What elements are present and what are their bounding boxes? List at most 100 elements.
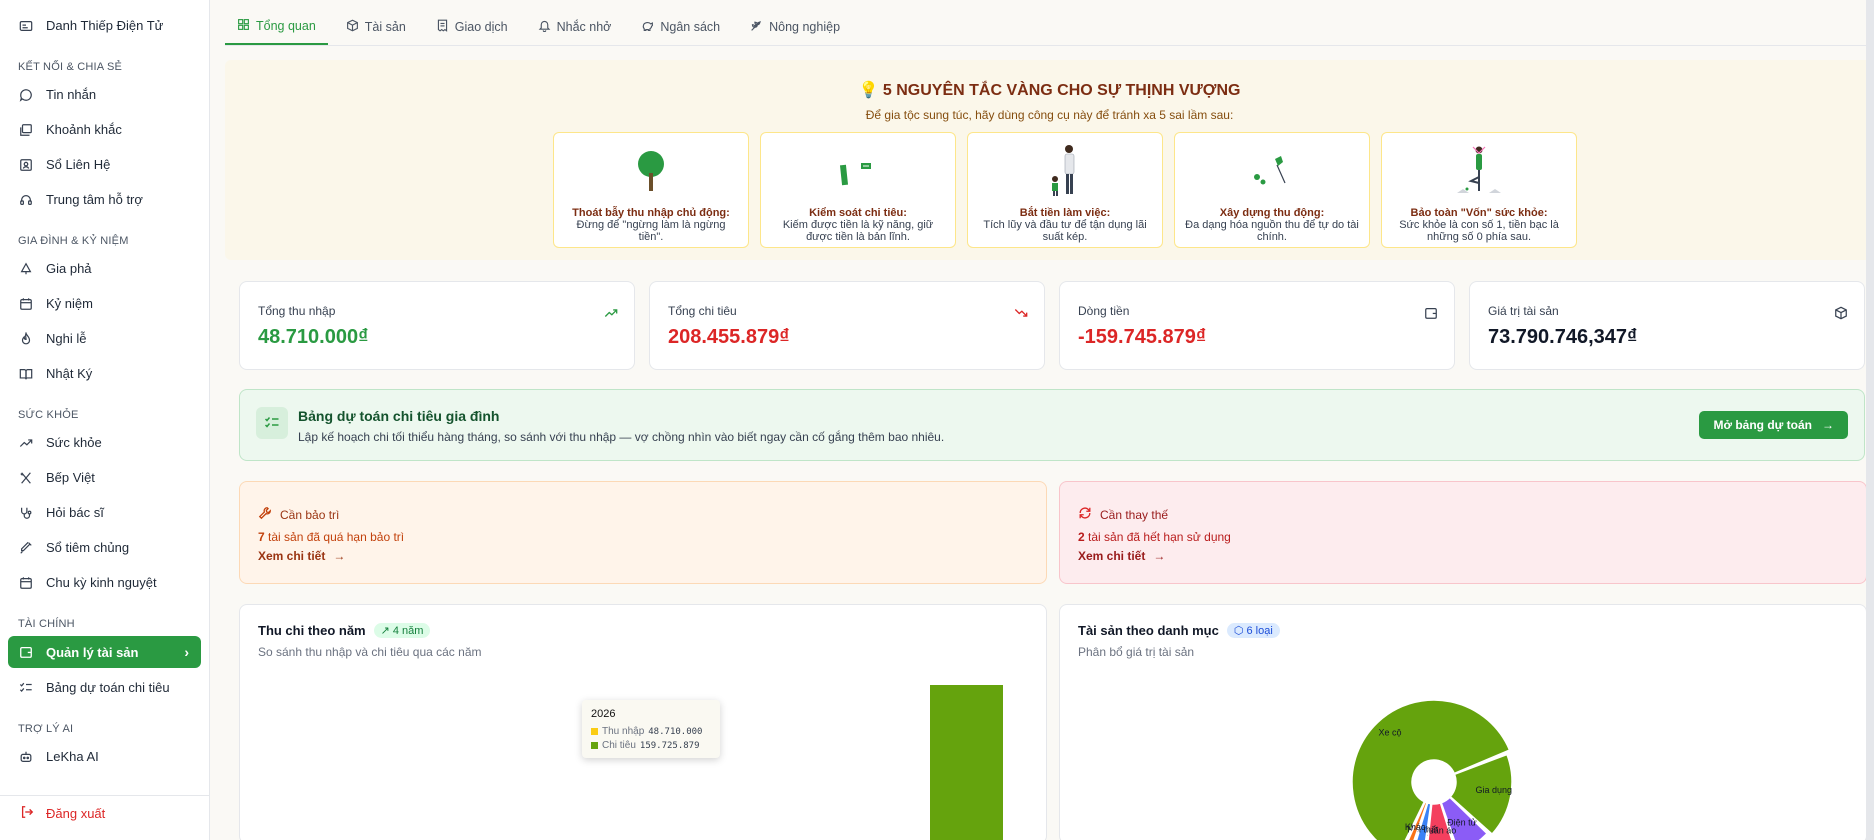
sidebar-item-moments[interactable]: Khoảnh khắc bbox=[0, 112, 209, 147]
principle-card: Bảo toàn "Vốn" sức khỏe: Sức khỏe là con… bbox=[1381, 132, 1577, 248]
sidebar-item-label: Hỏi bác sĩ bbox=[46, 505, 104, 520]
arrow-right-icon: → bbox=[1822, 418, 1834, 432]
stat-label: Tổng thu nhập bbox=[258, 304, 336, 318]
golden-principles-title: 💡 5 NGUYÊN TẮC VÀNG CHO SỰ THỊNH VƯỢNG bbox=[858, 82, 1241, 99]
tab-transactions[interactable]: Giao dịch bbox=[424, 8, 520, 45]
tab-overview[interactable]: Tổng quan bbox=[225, 8, 328, 45]
book-open-icon bbox=[18, 366, 34, 382]
utensils-icon bbox=[18, 470, 34, 486]
alert-title-label: Cần bảo trì bbox=[280, 507, 340, 522]
sidebar-item-budget-table[interactable]: Bảng dự toán chi tiêu bbox=[0, 670, 209, 705]
sidebar-item-label: Gia phả bbox=[46, 261, 92, 276]
list-checks-icon bbox=[256, 407, 288, 439]
replacement-alert-title: Cần thay thế bbox=[1078, 506, 1168, 523]
sidebar-section-title: SỨC KHỎE bbox=[18, 409, 79, 421]
stat-card-cashflow: Dòng tiền -159.745.879₫ bbox=[1059, 281, 1455, 370]
principle-desc: Tích lũy và đầu tư để tận dụng lãi suất … bbox=[983, 219, 1147, 244]
tab-assets[interactable]: Tài sản bbox=[334, 8, 418, 45]
sidebar-item-label: Tin nhắn bbox=[46, 87, 97, 102]
tab-agriculture[interactable]: Nông nghiệp bbox=[738, 8, 852, 45]
stat-value: -159.745.879₫ bbox=[1078, 326, 1207, 348]
logout-button[interactable]: Đăng xuất bbox=[20, 805, 105, 822]
stat-card-income: Tổng thu nhập 48.710.000₫ bbox=[239, 281, 635, 370]
alert-desc-label: tài sản đã hết hạn sử dụng bbox=[1088, 530, 1231, 544]
open-budget-label: Mở bảng dự toán bbox=[1713, 418, 1812, 432]
contact-book-icon bbox=[18, 157, 34, 173]
stat-card-expense: Tổng chi tiêu 208.455.879₫ bbox=[649, 281, 1045, 370]
alert-desc-label: tài sản đã quá hạn bảo trì bbox=[268, 530, 405, 544]
tab-label: Ngân sách bbox=[660, 19, 721, 34]
expense-swatch bbox=[591, 742, 598, 749]
principle-desc: Đừng để "ngừng làm là ngừng tiền". bbox=[576, 219, 726, 244]
sidebar-item-ask-doctor[interactable]: Hỏi bác sĩ bbox=[0, 495, 209, 530]
principle-title: Kiểm soát chi tiêu: bbox=[809, 207, 907, 219]
chart-tooltip: 2026 Thu nhập 48.710.000 Chi tiêu 159.725.… bbox=[582, 700, 720, 758]
golden-principles-subtitle: Để gia tộc sung túc, hãy dùng công cụ nà… bbox=[865, 108, 1234, 122]
headset-icon bbox=[18, 192, 34, 208]
sidebar-section-title: GIA ĐÌNH & KỶ NIỆM bbox=[18, 235, 129, 247]
sidebar-item-contacts[interactable]: Sổ Liên Hệ bbox=[0, 147, 209, 182]
tab-bar: Tổng quan Tài sản Giao dịch Nhắc nhở Ngâ… bbox=[225, 8, 1874, 46]
sidebar-item-cycle[interactable]: Chu kỳ kinh nguyệt bbox=[0, 565, 209, 600]
replacement-alert: Cần thay thế 2 tài sản đã hết hạn sử dụn… bbox=[1059, 481, 1867, 584]
sidebar-item-messages[interactable]: Tin nhắn bbox=[0, 77, 209, 112]
bar-expense-2026[interactable] bbox=[930, 685, 1003, 840]
budget-banner: Bảng dự toán chi tiêu gia đình Lập kế ho… bbox=[239, 389, 1865, 461]
alert-title-label: Cần thay thế bbox=[1100, 507, 1169, 522]
tree-icon bbox=[18, 261, 34, 277]
sidebar-item-label: Nghi lễ bbox=[46, 331, 87, 346]
category-pie-chart: Xe cộGia dụngĐiện tửQuần áoNội thấtKhác bbox=[1351, 699, 1513, 840]
pie-label: Xe cộ bbox=[1379, 728, 1402, 738]
sidebar-item-diary[interactable]: Nhật Ký bbox=[0, 356, 209, 391]
tab-budget[interactable]: Ngân sách bbox=[629, 8, 732, 45]
replacement-details-link[interactable]: Xem chi tiết → bbox=[1078, 549, 1165, 563]
tooltip-year: 2026 bbox=[591, 708, 616, 720]
stat-label: Giá trị tài sản bbox=[1488, 304, 1559, 318]
sidebar-item-label: Sổ tiêm chủng bbox=[46, 540, 130, 555]
sidebar-section-title: TÀI CHÍNH bbox=[18, 618, 75, 630]
sidebar-item-memories[interactable]: Kỷ niệm bbox=[0, 286, 209, 321]
sidebar-section-title: TRỢ LÝ AI bbox=[18, 723, 74, 735]
assets-by-category-panel: Tài sản theo danh mục ⬡ 6 loại Phân bổ gi… bbox=[1059, 604, 1867, 840]
calendar-icon bbox=[18, 575, 34, 591]
sidebar-item-label: Sổ Liên Hệ bbox=[46, 157, 111, 172]
sidebar-item-kitchen[interactable]: Bếp Việt bbox=[0, 460, 209, 495]
link-label: Xem chi tiết bbox=[258, 549, 326, 563]
arrow-right-icon: → bbox=[333, 549, 346, 563]
sidebar-item-label: Nhật Ký bbox=[46, 366, 93, 381]
logout-icon bbox=[20, 805, 34, 822]
stat-label: Tổng chi tiêu bbox=[668, 304, 737, 318]
sidebar-item-support[interactable]: Trung tâm hỗ trợ bbox=[0, 182, 209, 217]
wheat-icon bbox=[750, 19, 763, 35]
trend-up-icon bbox=[18, 435, 34, 451]
sidebar-item-vaccination[interactable]: Sổ tiêm chủng bbox=[0, 530, 209, 565]
principle-title: Xây dựng thu động: bbox=[1219, 207, 1325, 219]
sidebar-item-label: Khoảnh khắc bbox=[46, 122, 122, 137]
maintenance-details-link[interactable]: Xem chi tiết → bbox=[258, 549, 345, 563]
sidebar-item-rituals[interactable]: Nghi lễ bbox=[0, 321, 209, 356]
tooltip-income-value: 48.710.000 bbox=[648, 726, 703, 737]
piggy-bank-icon bbox=[641, 19, 654, 35]
wrench-icon bbox=[258, 506, 272, 523]
grid-icon bbox=[237, 18, 250, 34]
stat-value: 73.790.746,347₫ bbox=[1488, 326, 1638, 348]
sidebar-item-business-card[interactable]: Danh Thiếp Điện Tử bbox=[0, 8, 209, 43]
budget-title: Bảng dự toán chi tiêu gia đình bbox=[298, 408, 500, 424]
sidebar-section-title: KẾT NỐI & CHIA SẺ bbox=[18, 61, 123, 73]
wallet-icon bbox=[1425, 308, 1437, 319]
bell-icon bbox=[538, 19, 551, 35]
open-budget-button[interactable]: Mở bảng dự toán → bbox=[1699, 411, 1848, 439]
trend-down-icon bbox=[1014, 309, 1028, 317]
scrollbar[interactable] bbox=[1866, 0, 1874, 840]
list-checks-icon bbox=[18, 680, 34, 696]
tab-reminders[interactable]: Nhắc nhở bbox=[526, 8, 624, 45]
golden-principles-banner: 💡 5 NGUYÊN TẮC VÀNG CHO SỰ THỊNH VƯỢNG Đ… bbox=[225, 60, 1874, 260]
sidebar-item-ai[interactable]: LeKha AI bbox=[0, 739, 209, 774]
sidebar-item-asset-management[interactable]: Quản lý tài sản › bbox=[8, 636, 201, 668]
tree-illustration-icon bbox=[554, 141, 748, 201]
receipt-icon bbox=[436, 19, 449, 35]
sidebar-item-health[interactable]: Sức khỏe bbox=[0, 425, 209, 460]
maintenance-alert-title: Cần bảo trì bbox=[258, 506, 339, 523]
sidebar-item-family-tree[interactable]: Gia phả bbox=[0, 251, 209, 286]
images-icon bbox=[18, 122, 34, 138]
